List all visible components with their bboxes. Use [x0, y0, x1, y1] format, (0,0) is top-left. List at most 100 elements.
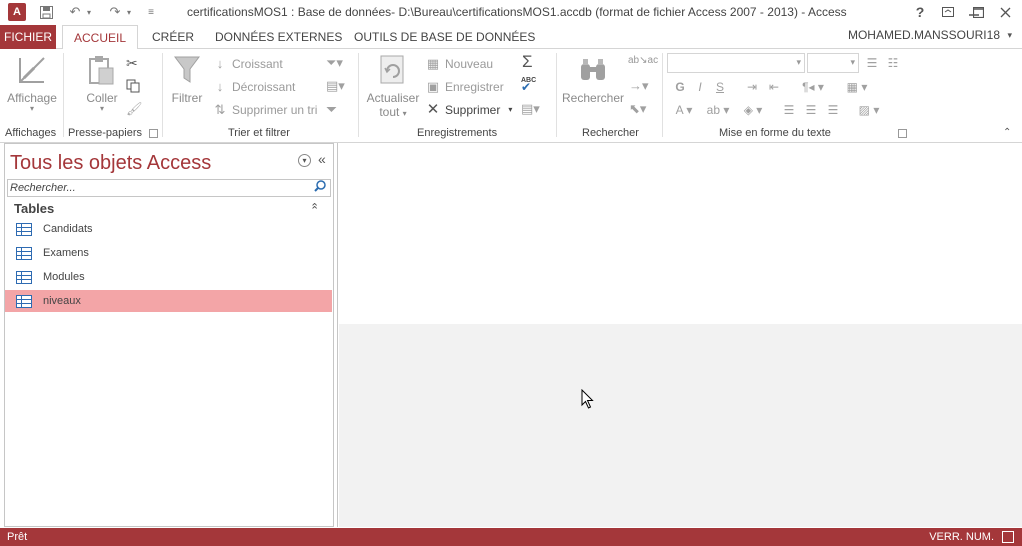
save-icon[interactable] — [37, 3, 55, 21]
workspace-area — [339, 324, 1022, 527]
nav-item-label: niveaux — [43, 295, 81, 307]
croissant-button[interactable]: ↓ Croissant — [212, 54, 283, 74]
supprimer-button[interactable]: ✕ Supprimer ▾ — [425, 100, 513, 120]
group-separator — [556, 53, 557, 137]
access-app-icon[interactable]: A — [8, 3, 26, 21]
close-icon[interactable] — [993, 2, 1017, 22]
search-icon[interactable] — [312, 180, 328, 196]
title-bar: A ↶ ▾ ↷ ▾ ≡ certificationsMOS1 : Base de… — [0, 0, 1022, 25]
rechercher-button[interactable]: Rechercher — [562, 53, 624, 105]
goto-icon[interactable]: →▾ — [629, 78, 649, 94]
pane-splitter[interactable] — [334, 143, 338, 527]
underline-button[interactable]: S — [711, 78, 729, 96]
replace-icon[interactable]: ab↘ac — [628, 55, 658, 66]
save-record-icon: ▣ — [426, 79, 440, 94]
copy-icon[interactable] — [126, 79, 140, 96]
table-icon — [16, 294, 32, 308]
supprimer-tri-button[interactable]: ⇅ Supprimer un tri — [212, 100, 320, 120]
increase-indent-icon[interactable]: ⇥ — [743, 78, 761, 96]
tab-fichier[interactable]: FICHIER — [0, 25, 56, 49]
account-dropdown-icon[interactable]: ▾ — [1007, 30, 1012, 41]
decrease-indent-icon[interactable]: ⇤ — [765, 78, 783, 96]
table-icon — [16, 222, 32, 236]
paragraph-direction-icon[interactable]: ¶◂ ▾ — [798, 78, 828, 96]
group-label-mise-en-forme: Mise en forme du texte — [719, 127, 831, 139]
group-separator — [358, 53, 359, 137]
select-icon[interactable]: ⬉▾ — [629, 101, 646, 117]
redo-dropdown-icon[interactable]: ▾ — [124, 3, 134, 21]
font-size-dropdown-icon: ▾ — [850, 57, 855, 67]
customize-qat-icon[interactable]: ≡ — [142, 3, 160, 21]
nav-pane-title[interactable]: Tous les objets Access — [10, 152, 211, 175]
bold-button[interactable]: G — [671, 78, 689, 96]
sort-ascending-icon: ↓ — [216, 56, 224, 71]
align-right-icon[interactable]: ☰ — [824, 101, 842, 119]
actualiser-tout-button[interactable]: Actualiser tout ▾ — [364, 53, 422, 119]
nav-search-input[interactable] — [10, 180, 310, 196]
nouveau-button[interactable]: ▦ Nouveau — [425, 54, 493, 74]
italic-button[interactable]: I — [691, 78, 709, 96]
actualiser-label-2-text: tout — [379, 105, 400, 119]
nav-item-candidats[interactable]: Candidats — [5, 218, 332, 240]
affichage-dropdown-icon: ▾ — [29, 104, 34, 113]
clear-sort-icon: ⇅ — [214, 102, 226, 117]
highlight-color-icon[interactable]: ab ▾ — [703, 101, 733, 119]
ribbon-display-options-icon[interactable] — [936, 2, 960, 22]
enregistrer-button[interactable]: ▣ Enregistrer — [425, 77, 504, 97]
advanced-filter-icon[interactable]: ▤▾ — [326, 78, 345, 94]
selection-filter-icon[interactable]: ⏷▾ — [326, 55, 343, 71]
nav-search-box — [7, 179, 331, 197]
toggle-filter-icon[interactable]: ⏷ — [326, 101, 337, 118]
table-icon — [16, 246, 32, 260]
bullets-icon[interactable]: ☰ — [863, 54, 881, 72]
table-icon — [16, 270, 32, 284]
tab-donnees-externes[interactable]: DONNÉES EXTERNES — [215, 25, 342, 49]
numbering-icon[interactable]: ☷ — [884, 54, 902, 72]
paste-icon — [85, 53, 119, 87]
alternate-row-color-icon[interactable]: ▨ ▾ — [855, 101, 883, 119]
tab-outils-base-de-donnees[interactable]: OUTILS DE BASE DE DONNÉES — [354, 25, 535, 49]
affichage-button[interactable]: Affichage ▾ — [4, 53, 60, 113]
group-label-trier-filtrer: Trier et filtrer — [228, 127, 290, 139]
help-button[interactable]: ? — [908, 2, 932, 22]
font-size-combo[interactable]: ▾ — [807, 53, 859, 73]
mise-en-forme-launcher-icon[interactable] — [898, 129, 907, 138]
restore-icon[interactable] — [966, 2, 990, 22]
undo-dropdown-icon[interactable]: ▾ — [84, 3, 94, 21]
nav-section-tables[interactable]: Tables — [14, 201, 54, 216]
undo-icon[interactable]: ↶ — [66, 3, 84, 21]
collapse-ribbon-icon[interactable]: ⌃ — [1003, 127, 1011, 138]
nav-item-examens[interactable]: Examens — [5, 242, 332, 264]
filtrer-button[interactable]: Filtrer — [168, 53, 206, 105]
nav-item-modules[interactable]: Modules — [5, 266, 332, 288]
view-datasheet-icon[interactable] — [1002, 531, 1014, 543]
croissant-label: Croissant — [232, 57, 283, 71]
nav-item-label: Examens — [43, 247, 89, 259]
spelling-icon[interactable]: ABC ✔ — [521, 77, 536, 93]
tab-accueil[interactable]: ACCUEIL — [62, 25, 138, 50]
presse-papiers-launcher-icon[interactable] — [149, 129, 158, 138]
access-window: A ↶ ▾ ↷ ▾ ≡ certificationsMOS1 : Base de… — [0, 0, 1022, 546]
view-icon — [15, 53, 49, 87]
totals-sigma-icon[interactable]: Σ — [522, 52, 533, 72]
tab-creer[interactable]: CRÉER — [152, 25, 194, 49]
more-records-icon[interactable]: ▤▾ — [521, 101, 540, 117]
fill-color-icon[interactable]: ◈ ▾ — [738, 101, 768, 119]
format-painter-icon[interactable]: 🖌 — [126, 101, 143, 117]
redo-icon[interactable]: ↷ — [106, 3, 124, 21]
font-name-combo[interactable]: ▾ — [667, 53, 805, 73]
gridlines-icon[interactable]: ▦ ▾ — [843, 78, 871, 96]
nav-collapse-icon[interactable]: « — [318, 151, 326, 167]
font-color-icon[interactable]: A ▾ — [671, 101, 697, 119]
decroissant-button[interactable]: ↓ Décroissant — [212, 77, 296, 97]
align-left-icon[interactable]: ☰ — [780, 101, 798, 119]
filtrer-label: Filtrer — [171, 91, 203, 105]
cut-icon[interactable]: ✂ — [126, 55, 138, 72]
nav-item-niveaux[interactable]: niveaux — [5, 290, 332, 312]
delete-x-icon: ✕ — [426, 101, 440, 118]
nav-menu-dropdown-icon[interactable]: ▾ — [298, 154, 311, 167]
align-center-icon[interactable]: ☰ — [802, 101, 820, 119]
user-account[interactable]: MOHAMED.MANSSOURI18 — [848, 28, 1000, 42]
coller-button[interactable]: Coller ▾ — [80, 53, 124, 113]
workspace-top — [339, 143, 1022, 324]
